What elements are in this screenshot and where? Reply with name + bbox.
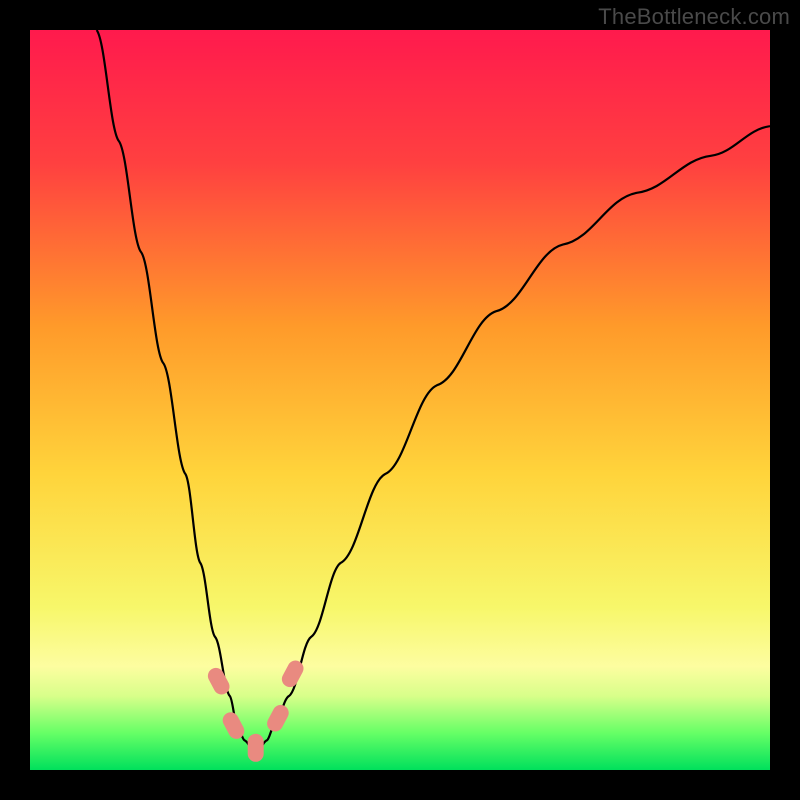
plot-frame	[30, 30, 770, 770]
plot-background-gradient	[30, 30, 770, 770]
watermark-text: TheBottleneck.com	[598, 4, 790, 30]
